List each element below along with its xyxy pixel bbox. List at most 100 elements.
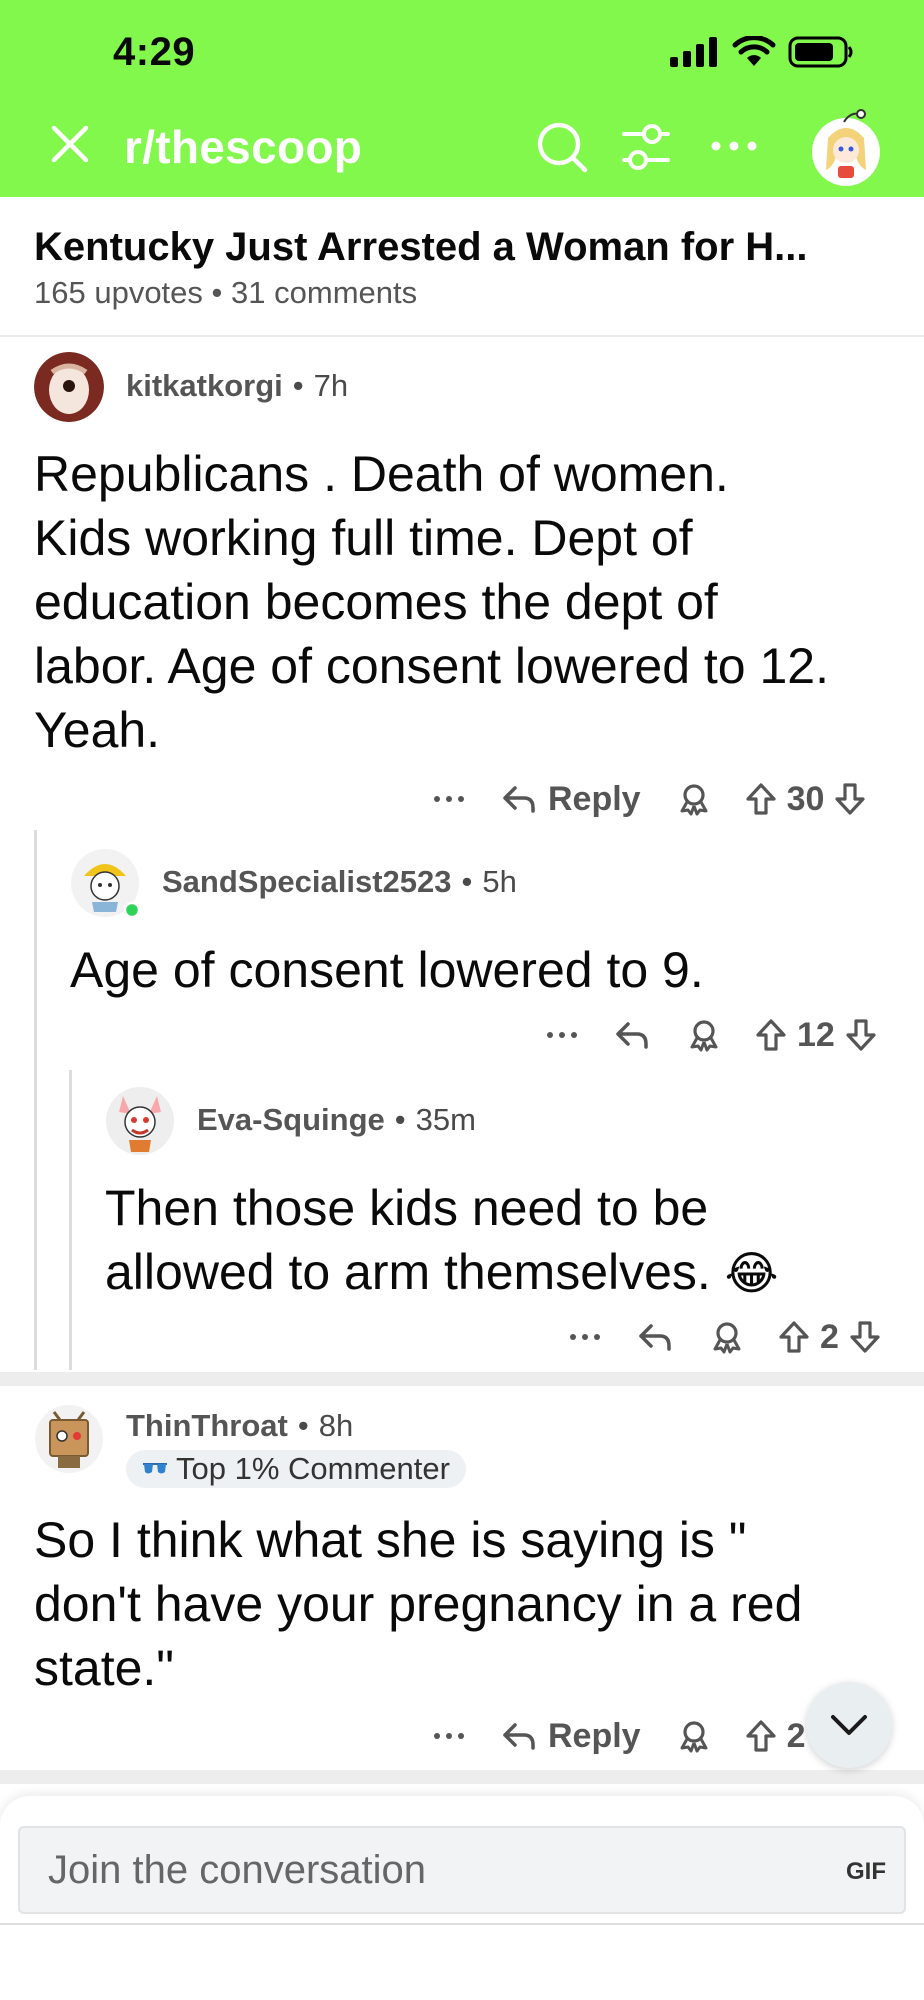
reply-icon[interactable] xyxy=(638,1322,672,1352)
comment-header: Eva-Squinge • 35m xyxy=(197,1102,476,1138)
comment-input[interactable]: Join the conversation GIF xyxy=(18,1826,906,1914)
comment-header: SandSpecialist2523 • 5h xyxy=(162,864,517,900)
comment-body: Age of consent lowered to 9. xyxy=(70,938,900,1002)
comment-line: state." xyxy=(34,1640,175,1696)
reply-icon xyxy=(503,1723,535,1750)
username[interactable]: SandSpecialist2523 xyxy=(162,864,452,900)
status-time: 4:29 xyxy=(113,30,196,74)
comment-line: Then those kids need to be xyxy=(105,1180,709,1236)
comment-age: 35m xyxy=(415,1102,476,1137)
subreddit-title[interactable]: r/thescoop xyxy=(124,120,362,174)
dot-separator: • xyxy=(292,368,304,403)
battery-icon xyxy=(788,36,853,68)
comment-line: don't have your pregnancy in a red xyxy=(34,1576,803,1632)
thread-line[interactable] xyxy=(69,1070,72,1370)
scroll-down-button[interactable] xyxy=(806,1682,892,1768)
user-avatar[interactable] xyxy=(808,108,884,188)
top-bar: 4:29 r/thescoop xyxy=(0,0,924,197)
comment-age: 5h xyxy=(482,864,517,899)
comment-line: education becomes the dept of xyxy=(34,574,718,630)
username[interactable]: kitkatkorgi xyxy=(126,368,283,404)
badge-label: Top 1% Commenter xyxy=(176,1451,450,1486)
upvote-icon[interactable] xyxy=(778,1320,810,1354)
comment-line-text: allowed to arm themselves. xyxy=(105,1244,711,1300)
more-icon[interactable] xyxy=(432,789,466,809)
comment-age: 8h xyxy=(318,1408,354,1443)
comment-count: 31 comments xyxy=(231,275,418,310)
comment-body: Then those kids need to be allowed to ar… xyxy=(105,1176,905,1305)
post-header[interactable]: Kentucky Just Arrested a Woman for H... … xyxy=(0,197,924,337)
sunglasses-icon xyxy=(143,1463,167,1474)
award-icon[interactable] xyxy=(677,782,711,816)
comment-age: 7h xyxy=(313,368,349,403)
upvote-icon[interactable] xyxy=(755,1018,787,1052)
more-icon[interactable] xyxy=(432,1726,466,1746)
more-icon[interactable] xyxy=(545,1025,579,1045)
downvote-icon[interactable] xyxy=(849,1320,881,1354)
search-icon[interactable] xyxy=(534,119,590,175)
dot-separator: • xyxy=(394,1102,406,1137)
comment-line: Republicans . Death of women. xyxy=(34,446,729,502)
chevron-down-icon xyxy=(831,1715,867,1735)
dot-separator: • xyxy=(461,864,473,899)
vote-count: 2 xyxy=(786,1716,806,1755)
upvote-count: 165 upvotes xyxy=(34,275,203,310)
vote-count: 30 xyxy=(786,779,825,818)
comment-line: allowed to arm themselves. 😂 xyxy=(105,1240,905,1305)
comment-header: ThinThroat • 8h xyxy=(126,1408,353,1444)
comment-line: So I think what she is saying is " xyxy=(34,1512,747,1568)
downvote-icon[interactable] xyxy=(834,782,866,816)
more-icon[interactable] xyxy=(706,126,762,166)
filter-icon[interactable] xyxy=(620,121,672,173)
signal-icon xyxy=(670,37,717,67)
close-icon[interactable] xyxy=(48,122,92,166)
avatar[interactable] xyxy=(34,1404,104,1474)
reply-label: Reply xyxy=(548,1716,641,1755)
post-meta: 165 upvotes • 31 comments xyxy=(34,275,417,311)
comment-actions: Reply 2 xyxy=(432,1713,806,1759)
thread-separator xyxy=(0,1770,924,1784)
comment-input-placeholder: Join the conversation xyxy=(48,1848,427,1892)
status-icons xyxy=(670,36,854,68)
comment-actions: 12 xyxy=(545,1012,877,1058)
downvote-icon[interactable] xyxy=(845,1018,877,1052)
upvote-icon[interactable] xyxy=(745,1719,777,1753)
upvote-icon[interactable] xyxy=(745,782,777,816)
divider xyxy=(0,1923,924,1925)
username[interactable]: ThinThroat xyxy=(126,1408,288,1444)
top-commenter-badge[interactable]: Top 1% Commenter xyxy=(126,1450,466,1488)
username[interactable]: Eva-Squinge xyxy=(197,1102,385,1138)
comment-actions: Reply 30 xyxy=(432,776,866,822)
comment-body: Republicans . Death of women. Kids worki… xyxy=(34,442,904,762)
vote-count: 12 xyxy=(797,1015,835,1054)
wifi-icon xyxy=(732,36,776,66)
laughing-emoji: 😂 xyxy=(724,1246,779,1300)
award-icon[interactable] xyxy=(677,1719,711,1753)
comment-body: So I think what she is saying is " don't… xyxy=(34,1508,904,1700)
avatar[interactable] xyxy=(34,352,104,422)
thread-separator xyxy=(0,1372,924,1386)
vote-count: 2 xyxy=(820,1317,839,1356)
comment-line: labor. Age of consent lowered to 12. xyxy=(34,638,829,694)
reply-label: Reply xyxy=(548,779,641,818)
comment-line: Yeah. xyxy=(34,702,161,758)
composer: Join the conversation GIF xyxy=(0,1796,924,2000)
reply-icon xyxy=(503,786,535,813)
reply-button[interactable]: Reply xyxy=(502,1717,641,1756)
award-icon[interactable] xyxy=(710,1320,744,1354)
post-title[interactable]: Kentucky Just Arrested a Woman for H... xyxy=(34,225,894,270)
thread-line[interactable] xyxy=(34,830,37,1370)
online-indicator xyxy=(123,901,141,919)
avatar[interactable] xyxy=(70,848,141,919)
comment-header: kitkatkorgi • 7h xyxy=(126,368,348,404)
comment-line: Age of consent lowered to 9. xyxy=(70,942,704,998)
comment-line: Kids working full time. Dept of xyxy=(34,510,693,566)
comment-actions: 2 xyxy=(568,1314,881,1360)
reply-button[interactable]: Reply xyxy=(502,780,641,819)
reply-icon[interactable] xyxy=(615,1020,649,1050)
more-icon[interactable] xyxy=(568,1327,602,1347)
award-icon[interactable] xyxy=(687,1018,721,1052)
meta-separator: • xyxy=(211,275,223,310)
avatar[interactable] xyxy=(105,1086,175,1156)
gif-button[interactable]: GIF xyxy=(846,1858,886,1886)
